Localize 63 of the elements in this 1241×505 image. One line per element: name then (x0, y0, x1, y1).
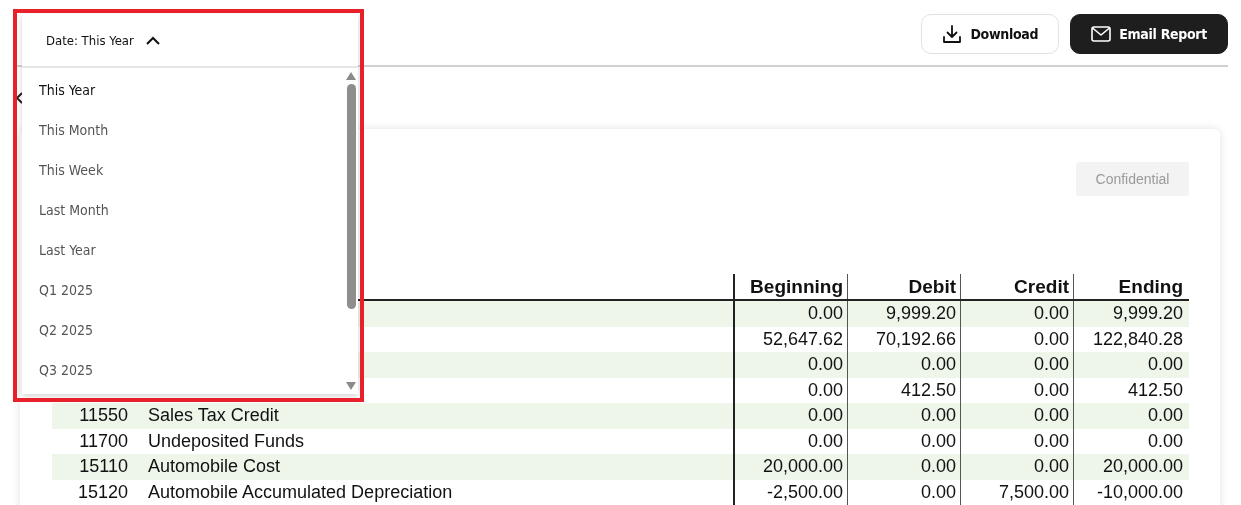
confidential-label: Confidential (1076, 162, 1189, 196)
account-code: 11700 (79, 430, 128, 452)
account-name: Automobile Accumulated Depreciation (148, 481, 453, 503)
table-cell: 0.00 (1033, 303, 1069, 325)
back-icon[interactable] (15, 92, 23, 104)
table-cell: 122,840.28 (1092, 328, 1183, 350)
table-cell: 0.00 (1033, 430, 1069, 452)
table-cell: 0.00 (807, 354, 843, 376)
column-header: Debit (848, 274, 961, 299)
table-cell: 20,000.00 (1102, 456, 1183, 478)
date-filter-dropdown[interactable]: Date: This Year (22, 14, 358, 68)
table-cell: 0.00 (920, 456, 956, 478)
column-header: Beginning (735, 274, 848, 299)
table-cell: 0.00 (1147, 405, 1183, 427)
column-header: Ending (1117, 274, 1184, 299)
download-button[interactable]: Download (921, 13, 1060, 54)
table-cell: 0.00 (920, 481, 956, 503)
table-cell: 0.00 (1033, 456, 1069, 478)
column-header: Credit (961, 274, 1074, 299)
table-cell: 0.00 (920, 430, 956, 452)
scrollbar-thumb[interactable] (346, 84, 356, 309)
table-cell: 412.50 (900, 379, 956, 401)
scroll-up-icon[interactable] (346, 72, 356, 80)
table-cell: 0.00 (807, 405, 843, 427)
account-name: Sales Tax Credit (148, 405, 279, 427)
account-code: 11550 (79, 405, 128, 427)
table-cell: 52,647.62 (762, 328, 843, 350)
dropdown-option[interactable]: Last Month (22, 190, 344, 230)
dropdown-option[interactable]: Q1 2025 (22, 270, 344, 310)
dropdown-option[interactable]: Last Year (22, 230, 344, 270)
table-cell: 0.00 (807, 303, 843, 325)
table-cell: 20,000.00 (762, 456, 843, 478)
table-cell: -2,500.00 (766, 481, 843, 503)
table-cell: 0.00 (920, 405, 956, 427)
table-cell: 0.00 (920, 354, 956, 376)
dropdown-option[interactable]: Q3 2025 (22, 350, 344, 390)
dropdown-option[interactable]: This Year (22, 70, 344, 110)
table-cell: 0.00 (1033, 354, 1069, 376)
download-icon (942, 23, 963, 44)
account-name: Automobile Cost (148, 456, 281, 478)
email-report-button[interactable]: Email Report (1070, 13, 1228, 54)
dropdown-option[interactable]: This Week (22, 150, 344, 190)
table-cell: 0.00 (1147, 430, 1183, 452)
account-code: 15120 (77, 481, 128, 503)
table-cell: 7,500.00 (998, 481, 1069, 503)
envelope-icon (1091, 25, 1112, 42)
table-cell: -10,000.00 (1096, 481, 1183, 503)
table-cell: 0.00 (1033, 405, 1069, 427)
scroll-down-icon[interactable] (346, 382, 356, 390)
table-cell: 0.00 (1147, 354, 1183, 376)
table-cell: 0.00 (1033, 379, 1069, 401)
dropdown-option[interactable]: Q2 2025 (22, 310, 344, 350)
dropdown-option[interactable]: This Month (22, 110, 344, 150)
account-code: 15110 (79, 456, 128, 478)
table-cell: 9,999.20 (885, 303, 956, 325)
caret-icon (145, 35, 160, 45)
table-cell: 0.00 (1033, 328, 1069, 350)
account-name: Undeposited Funds (148, 430, 305, 452)
table-cell: 70,192.66 (875, 328, 956, 350)
table-cell: 9,999.20 (1112, 303, 1183, 325)
table-cell: 0.00 (807, 379, 843, 401)
table-cell: 412.50 (1127, 379, 1183, 401)
table-cell: 0.00 (807, 430, 843, 452)
